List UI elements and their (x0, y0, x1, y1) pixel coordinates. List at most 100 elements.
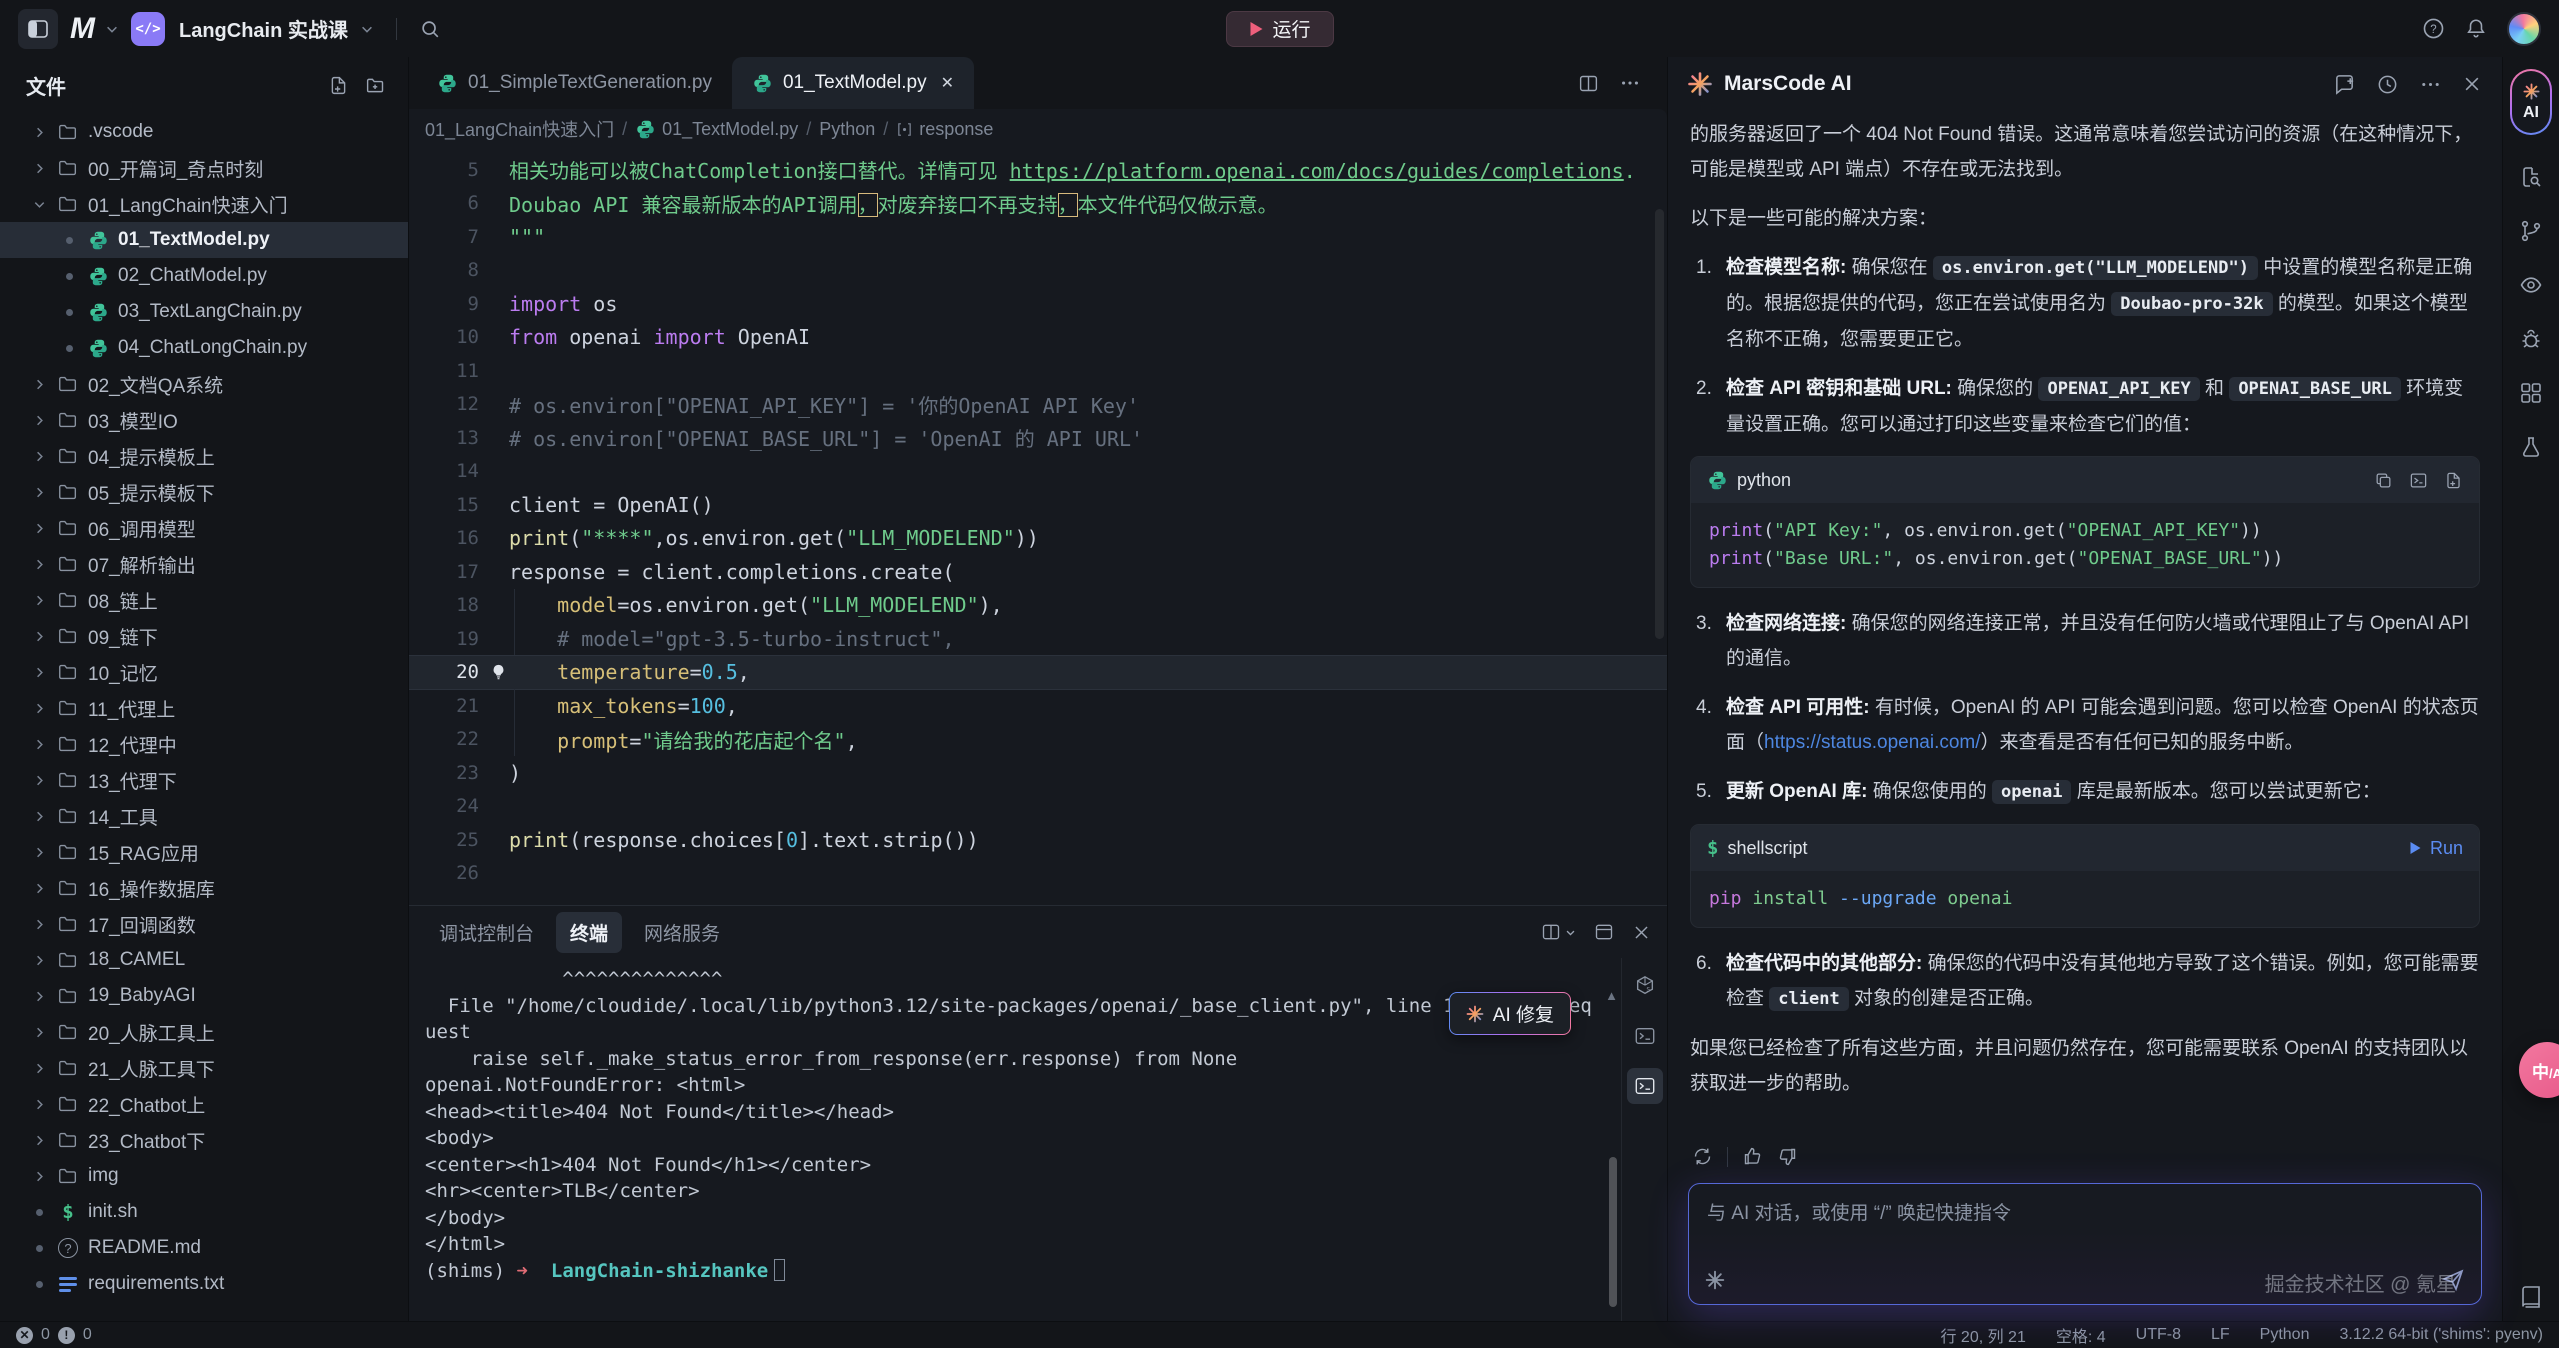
maximize-panel-icon[interactable] (1594, 922, 1614, 942)
lightbulb-icon[interactable] (490, 664, 507, 681)
warnings-count[interactable]: 0 (83, 1326, 92, 1344)
code-line-5[interactable]: 5相关功能可以被ChatCompletion接口替代。详情可见 https://… (409, 153, 1667, 187)
send-icon[interactable] (2441, 1268, 2465, 1292)
thumbs-up-icon[interactable] (1742, 1146, 1763, 1167)
code-line-23[interactable]: 23) (409, 756, 1667, 790)
status-item[interactable]: UTF-8 (2136, 1326, 2181, 1344)
tree-item-23_Chatbot下[interactable]: 23_Chatbot下 (0, 1122, 408, 1158)
tree-item-22_Chatbot上[interactable]: 22_Chatbot上 (0, 1086, 408, 1122)
terminal-scrollbar[interactable] (1609, 1157, 1617, 1307)
code-line-20[interactable]: 20 temperature=0.5, (409, 656, 1667, 690)
code-editor[interactable]: 5相关功能可以被ChatCompletion接口替代。详情可见 https://… (409, 149, 1667, 905)
breadcrumb[interactable]: 01_LangChain快速入门/01_TextModel.py/Python/… (409, 109, 1667, 149)
workspace-title[interactable]: LangChain 实战课 (179, 14, 348, 43)
terminal-session-icon[interactable] (1627, 1018, 1663, 1054)
tree-item-15_RAG应用[interactable]: 15_RAG应用 (0, 834, 408, 870)
errors-count[interactable]: 0 (41, 1326, 50, 1344)
more-actions-icon[interactable] (1619, 72, 1641, 94)
tree-item-03_TextLangChain.py[interactable]: 03_TextLangChain.py (0, 294, 408, 330)
regenerate-icon[interactable] (1692, 1146, 1713, 1167)
sparkle-icon[interactable] (1705, 1270, 1725, 1290)
tree-item-16_操作数据库[interactable]: 16_操作数据库 (0, 870, 408, 906)
split-editor-icon[interactable] (1578, 73, 1599, 94)
code-block-content[interactable]: pip install --upgrade openai (1691, 871, 2479, 927)
tree-item-02_ChatModel.py[interactable]: 02_ChatModel.py (0, 258, 408, 294)
tree-item-07_解析输出[interactable]: 07_解析输出 (0, 546, 408, 582)
tree-item-04_提示模板上[interactable]: 04_提示模板上 (0, 438, 408, 474)
tree-item-21_人脉工具下[interactable]: 21_人脉工具下 (0, 1050, 408, 1086)
tree-item-05_提示模板下[interactable]: 05_提示模板下 (0, 474, 408, 510)
status-item[interactable]: 行 20, 列 21 (1940, 1323, 2025, 1347)
code-line-6[interactable]: 6Doubao API 兼容最新版本的API调用，对废弃接口不再支持，本文件代码… (409, 187, 1667, 221)
insert-code-icon[interactable] (2409, 471, 2428, 490)
tree-item-02_文档QA系统[interactable]: 02_文档QA系统 (0, 366, 408, 402)
breadcrumb-item-01_LangChain快速入门[interactable]: 01_LangChain快速入门 (425, 116, 614, 142)
copy-icon[interactable] (2374, 471, 2393, 490)
tree-item-20_人脉工具上[interactable]: 20_人脉工具上 (0, 1014, 408, 1050)
docs-book-icon[interactable] (2519, 1285, 2543, 1309)
ports-icon[interactable]: S (1627, 968, 1663, 1004)
tree-item-init.sh[interactable]: $init.sh (0, 1194, 408, 1230)
terminal-tab-调试控制台[interactable]: 调试控制台 (425, 912, 548, 953)
close-panel-icon[interactable] (1632, 923, 1651, 942)
tree-item-00_开篇词_奇点时刻[interactable]: 00_开篇词_奇点时刻 (0, 150, 408, 186)
new-chat-icon[interactable] (2333, 73, 2356, 96)
status-item[interactable]: Python (2260, 1326, 2310, 1344)
code-review-eye-icon[interactable] (2519, 273, 2543, 297)
tree-item-14_工具[interactable]: 14_工具 (0, 798, 408, 834)
status-item[interactable]: 空格: 4 (2056, 1323, 2106, 1347)
tree-item-README.md[interactable]: ?README.md (0, 1230, 408, 1266)
tree-item-10_记忆[interactable]: 10_记忆 (0, 654, 408, 690)
tree-item-01_LangChain快速入门[interactable]: 01_LangChain快速入门 (0, 186, 408, 222)
chevron-down-icon[interactable] (105, 22, 119, 36)
ai-sidebar-badge[interactable]: AI (2510, 69, 2552, 135)
code-line-17[interactable]: 17response = client.completions.create( (409, 555, 1667, 589)
close-icon[interactable] (2462, 74, 2482, 94)
tree-item-requirements.txt[interactable]: requirements.txt (0, 1266, 408, 1302)
tree-item-17_回调函数[interactable]: 17_回调函数 (0, 906, 408, 942)
code-line-7[interactable]: 7""" (409, 220, 1667, 254)
bug-icon[interactable] (2519, 327, 2543, 351)
search-icon[interactable] (419, 18, 441, 40)
code-line-18[interactable]: 18 model=os.environ.get("LLM_MODELEND"), (409, 589, 1667, 623)
tree-item-.vscode[interactable]: .vscode (0, 114, 408, 150)
test-flask-icon[interactable] (2519, 435, 2543, 459)
status-item[interactable]: 3.12.2 64-bit ('shims': pyenv) (2339, 1326, 2543, 1344)
warnings-icon[interactable]: ! (58, 1327, 75, 1344)
breadcrumb-item-01_TextModel.py[interactable]: 01_TextModel.py (635, 119, 798, 140)
new-file-icon[interactable] (328, 75, 349, 96)
file-search-icon[interactable] (2519, 165, 2543, 189)
avatar[interactable] (2507, 12, 2541, 46)
tree-item-01_TextModel.py[interactable]: 01_TextModel.py (0, 222, 408, 258)
code-line-11[interactable]: 11 (409, 354, 1667, 388)
code-line-25[interactable]: 25print(response.choices[0].text.strip()… (409, 823, 1667, 857)
terminal-session-icon-active[interactable] (1627, 1068, 1663, 1104)
tree-item-13_代理下[interactable]: 13_代理下 (0, 762, 408, 798)
tree-item-img[interactable]: img (0, 1158, 408, 1194)
breadcrumb-item-response[interactable]: response (896, 119, 993, 140)
marscode-logo[interactable]: M (70, 12, 93, 46)
code-line-16[interactable]: 16print("****",os.environ.get("LLM_MODEL… (409, 522, 1667, 556)
errors-icon[interactable]: ✕ (16, 1327, 33, 1344)
ai-fix-button[interactable]: AI 修复 (1449, 992, 1571, 1035)
history-icon[interactable] (2376, 73, 2399, 96)
split-terminal-icon[interactable] (1541, 922, 1576, 942)
terminal-tab-网络服务[interactable]: 网络服务 (630, 912, 734, 953)
code-line-12[interactable]: 12# os.environ["OPENAI_API_KEY"] = '你的Op… (409, 388, 1667, 422)
run-code-button[interactable]: Run (2409, 831, 2463, 866)
chevron-down-icon[interactable] (360, 22, 374, 36)
code-line-26[interactable]: 26 (409, 857, 1667, 891)
new-file-icon[interactable] (2444, 471, 2463, 490)
tab-01_SimpleTextGeneration.py[interactable]: 01_SimpleTextGeneration.py (417, 57, 732, 109)
scroll-top-icon[interactable]: ▲ (1605, 988, 1618, 1003)
more-actions-icon[interactable] (2419, 73, 2442, 96)
run-button[interactable]: 运行 (1225, 11, 1333, 47)
ai-chat-input[interactable]: 与 AI 对话，或使用 “/” 唤起快捷指令 (1688, 1183, 2482, 1305)
tree-item-12_代理中[interactable]: 12_代理中 (0, 726, 408, 762)
tree-item-03_模型IO[interactable]: 03_模型IO (0, 402, 408, 438)
code-line-24[interactable]: 24 (409, 790, 1667, 824)
tab-01_TextModel.py[interactable]: 01_TextModel.py✕ (732, 57, 974, 109)
bell-icon[interactable] (2465, 17, 2487, 40)
code-block-content[interactable]: print("API Key:", os.environ.get("OPENAI… (1691, 503, 2479, 587)
code-line-22[interactable]: 22 prompt="请给我的花店起个名", (409, 723, 1667, 757)
